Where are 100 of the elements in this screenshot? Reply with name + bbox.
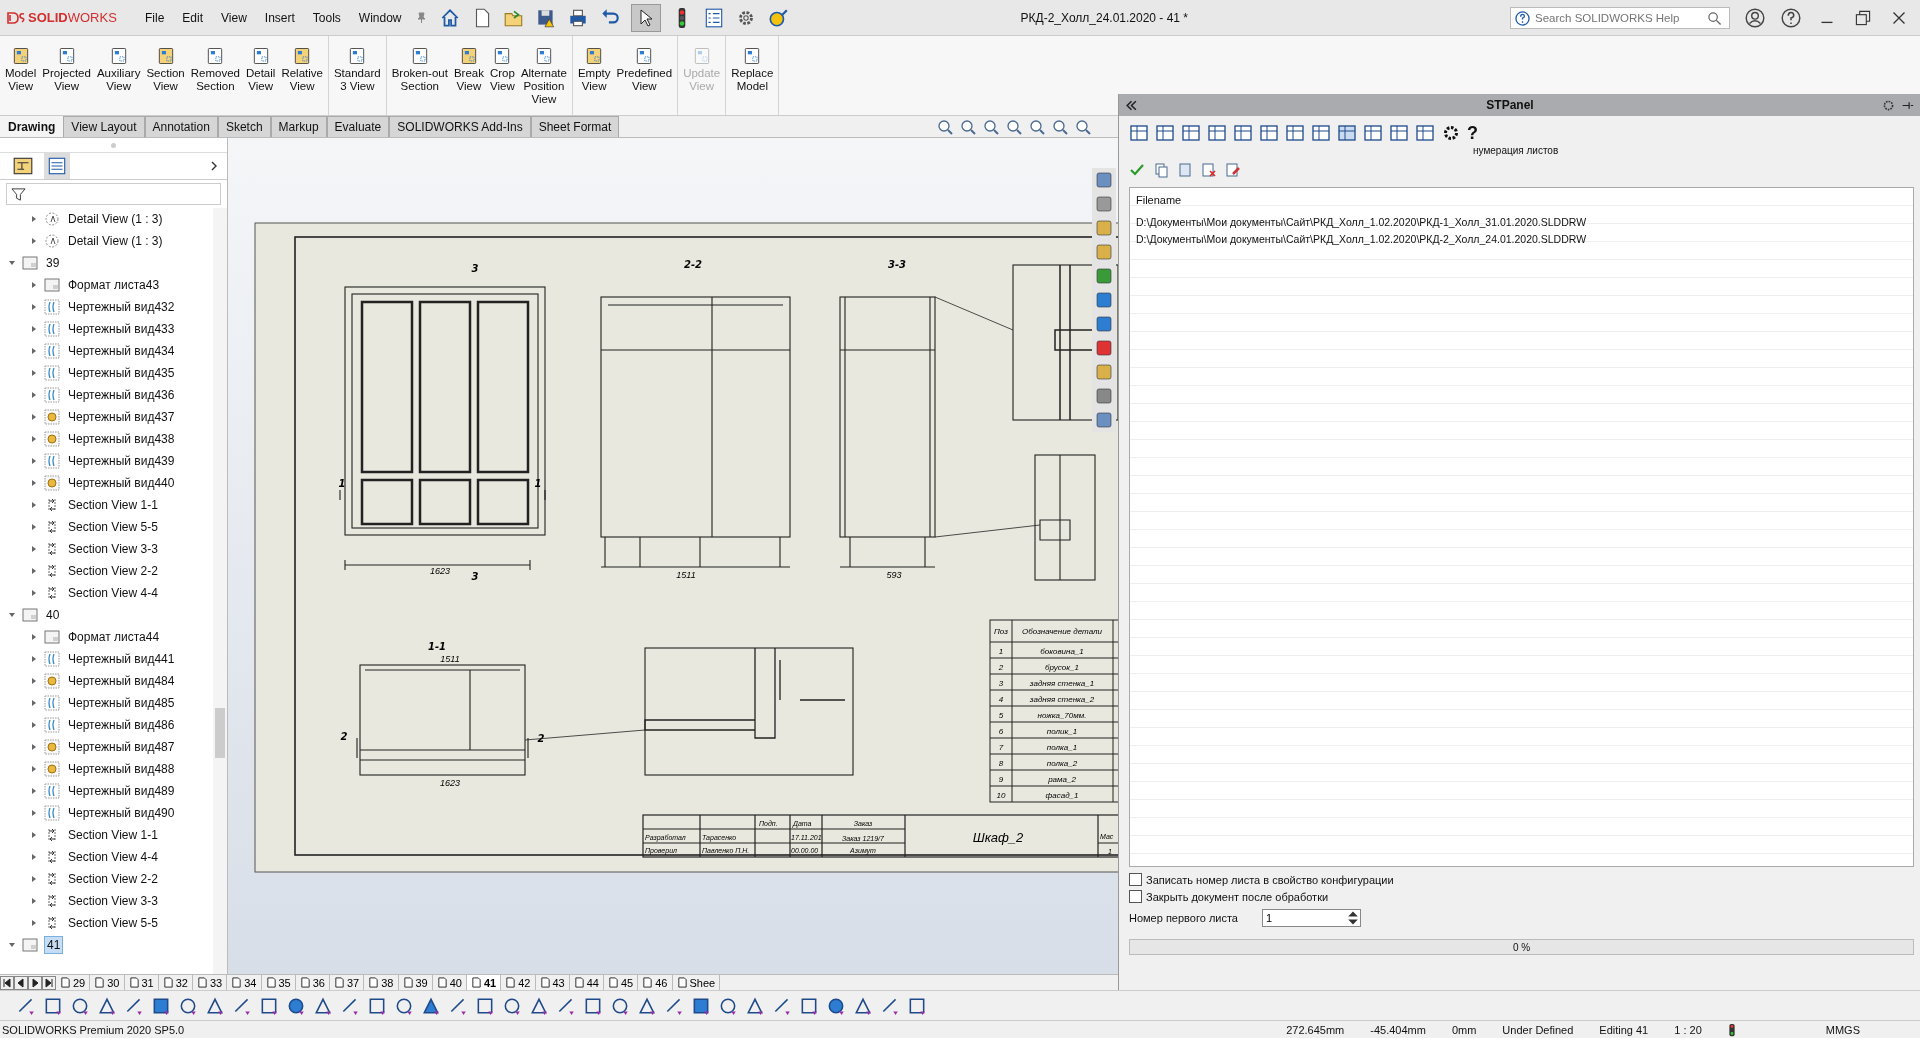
menu-item[interactable]: Tools [303, 10, 350, 25]
copy-icon[interactable] [1153, 162, 1169, 178]
view-tool-icon[interactable] [959, 117, 977, 136]
panel-tool-icon[interactable] [1285, 123, 1305, 143]
delete-icon[interactable] [1201, 162, 1217, 178]
panel-tool-icon[interactable] [1259, 123, 1279, 143]
select-tool-button[interactable] [630, 3, 661, 32]
view-tool-icon[interactable] [1051, 117, 1069, 136]
tree-item[interactable]: Section View 4-4 [66, 585, 160, 601]
expand-arrow-icon[interactable] [8, 259, 16, 267]
expand-arrow-icon[interactable] [30, 897, 38, 905]
tree-item[interactable]: Section View 2-2 [66, 563, 160, 579]
command-button[interactable]: Relative View [278, 36, 326, 115]
tree-item[interactable]: Чертежный вид434 [66, 343, 177, 359]
tree-item[interactable]: Чертежный вид432 [66, 299, 177, 315]
expand-arrow-icon[interactable] [30, 765, 38, 773]
tree-item[interactable]: Чертежный вид438 [66, 431, 177, 447]
tree-item[interactable]: Чертежный вид437 [66, 409, 177, 425]
tree-item[interactable]: Чертежный вид441 [66, 651, 177, 667]
unit-system[interactable]: MMGS [1825, 1023, 1860, 1036]
expand-arrow-icon[interactable] [30, 831, 38, 839]
command-button[interactable]: Crop View [486, 36, 518, 115]
help-icon[interactable] [1780, 6, 1802, 29]
panel-tool-icon[interactable] [1181, 123, 1201, 143]
grip-handle[interactable] [111, 142, 116, 148]
ribbon-tab[interactable]: Annotation [144, 116, 218, 137]
command-button[interactable]: Predefined View [613, 36, 676, 115]
panel-tool-icon[interactable] [1389, 123, 1409, 143]
tree-item[interactable]: Чертежный вид433 [66, 321, 177, 337]
expand-arrow-icon[interactable] [30, 919, 38, 927]
task-pane-icon[interactable] [1095, 411, 1113, 429]
tree-item[interactable]: Section View 3-3 [66, 541, 160, 557]
expand-arrow-icon[interactable] [30, 875, 38, 883]
expand-arrow-icon[interactable] [8, 941, 16, 949]
task-pane-icon[interactable] [1095, 267, 1113, 285]
tree-item[interactable]: Чертежный вид486 [66, 717, 177, 733]
traffic-light-icon[interactable] [1727, 1022, 1736, 1037]
task-pane-icon[interactable] [1095, 171, 1113, 189]
settings-icon[interactable] [1441, 123, 1461, 143]
expand-arrow-icon[interactable] [30, 479, 38, 487]
sheet-nav-icon[interactable] [42, 975, 56, 990]
ribbon-tab[interactable]: Markup [270, 116, 327, 137]
expand-arrow-icon[interactable] [30, 237, 38, 245]
task-pane-icon[interactable] [1095, 387, 1113, 405]
clear-icon[interactable] [1225, 162, 1241, 178]
panel-tool-icon[interactable] [1363, 123, 1383, 143]
expand-arrow-icon[interactable] [30, 853, 38, 861]
expand-arrow-icon[interactable] [30, 589, 38, 597]
menu-item[interactable]: File [136, 10, 174, 25]
ribbon-tab[interactable]: Sheet Format [530, 116, 620, 137]
tree-item[interactable]: Section View 4-4 [66, 849, 160, 865]
ribbon-tab[interactable]: Drawing [0, 116, 64, 137]
tree-item[interactable]: Чертежный вид490 [66, 805, 177, 821]
tree-item[interactable]: 39 [44, 255, 62, 271]
task-pane-icon[interactable] [1095, 291, 1113, 309]
property-list-tab-icon[interactable] [44, 153, 70, 179]
sheet-nav-icon[interactable] [14, 975, 28, 990]
panel-tool-icon[interactable] [1155, 123, 1175, 143]
command-button[interactable]: Auxiliary View [93, 36, 144, 115]
number-field[interactable]: 1 [1262, 909, 1361, 927]
expand-arrow-icon[interactable] [30, 809, 38, 817]
expand-arrow-icon[interactable] [8, 611, 16, 619]
expand-arrow-icon[interactable] [30, 523, 38, 531]
ribbon-tab[interactable]: View Layout [63, 116, 145, 137]
command-button[interactable]: Replace Model [728, 36, 777, 115]
tree-item[interactable]: Section View 5-5 [66, 915, 160, 931]
expand-arrow-icon[interactable] [30, 413, 38, 421]
expand-arrow-icon[interactable] [30, 325, 38, 333]
command-button[interactable]: Broken-out Section [388, 36, 451, 115]
task-pane-icon[interactable] [1095, 195, 1113, 213]
search-field[interactable]: Search SOLIDWORKS Help [1510, 6, 1730, 29]
tree-item[interactable]: Detail View (1 : 3) [66, 211, 165, 227]
tree-item[interactable]: 40 [44, 607, 62, 623]
spin-up-icon[interactable] [1346, 910, 1360, 918]
expand-arrow-icon[interactable] [30, 721, 38, 729]
panel-tool-icon[interactable] [1337, 123, 1357, 143]
command-button[interactable]: Model View [2, 36, 40, 115]
view-tool-icon[interactable] [1028, 117, 1046, 136]
task-pane-icon[interactable] [1095, 315, 1113, 333]
file-path[interactable]: D:\Документы\Мои документы\Сайт\РКД_Холл_1.02.2020\РКД-2_Холл_24.01.2020.SLDDRW [1130, 231, 1913, 248]
tree-item[interactable]: Чертежный вид487 [66, 739, 177, 755]
command-button[interactable]: Break View [450, 36, 487, 115]
spin-down-icon[interactable] [1346, 918, 1360, 926]
tree-item[interactable]: Чертежный вид485 [66, 695, 177, 711]
task-pane-icon[interactable] [1095, 339, 1113, 357]
ribbon-tab[interactable]: Evaluate [326, 116, 390, 137]
expand-arrow-icon[interactable] [30, 743, 38, 751]
expand-arrow-icon[interactable] [30, 369, 38, 377]
ribbon-tab[interactable]: Sketch [217, 116, 271, 137]
expand-arrow-icon[interactable] [30, 281, 38, 289]
task-pane-icon[interactable] [1095, 363, 1113, 381]
command-button[interactable]: Section View [143, 36, 188, 115]
expand-arrow-icon[interactable] [30, 215, 38, 223]
expand-arrow-icon[interactable] [30, 699, 38, 707]
expand-arrow-icon[interactable] [30, 303, 38, 311]
view-tool-icon[interactable] [982, 117, 1000, 136]
file-path[interactable]: D:\Документы\Мои документы\Сайт\РКД_Холл_1.02.2020\РКД-1_Холл_31.01.2020.SLDDRW [1130, 214, 1913, 231]
user-icon[interactable] [1744, 6, 1766, 29]
checkbox[interactable] [1129, 873, 1142, 886]
expand-arrow-icon[interactable] [30, 633, 38, 641]
